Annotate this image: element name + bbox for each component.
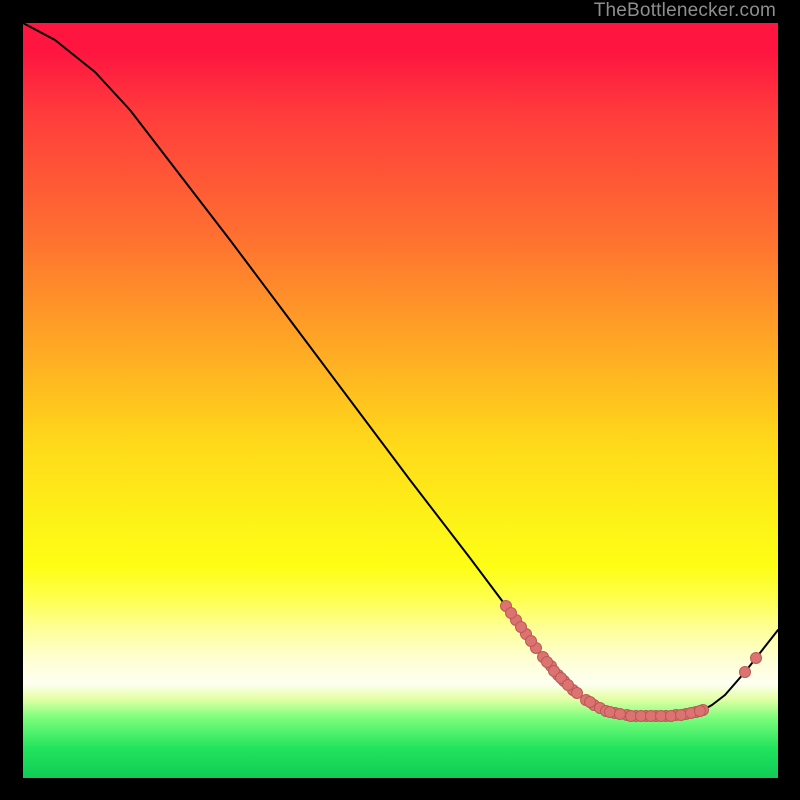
data-point: [656, 711, 667, 722]
data-point: [605, 707, 616, 718]
curve-layer: [0, 0, 800, 800]
data-point: [626, 711, 637, 722]
data-point: [572, 688, 583, 699]
data-point: [506, 608, 517, 619]
data-point: [542, 657, 553, 668]
data-point: [751, 653, 762, 664]
data-point: [695, 706, 706, 717]
chart-container: TheBottlenecker.com: [0, 0, 800, 800]
data-point: [585, 697, 596, 708]
data-point: [666, 711, 677, 722]
data-point: [563, 680, 574, 691]
data-point: [636, 711, 647, 722]
data-point: [516, 622, 527, 633]
data-point: [646, 711, 657, 722]
data-point: [740, 667, 751, 678]
data-point: [526, 636, 537, 647]
data-point: [615, 709, 626, 720]
watermark: TheBottlenecker.com: [594, 0, 776, 22]
data-point: [676, 710, 687, 721]
bottleneck-curve: [23, 23, 778, 716]
